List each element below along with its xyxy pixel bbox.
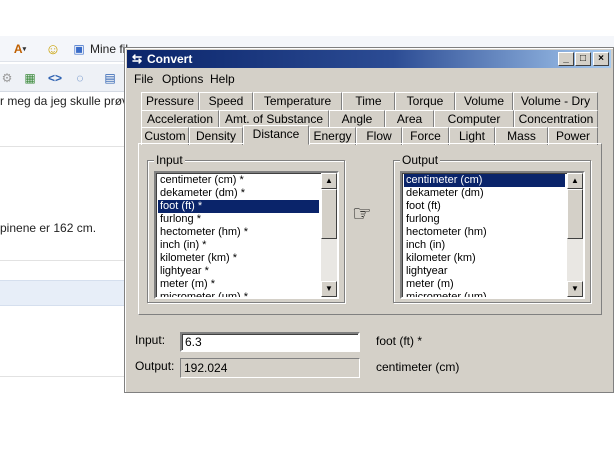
list-item[interactable]: inch (in) — [404, 239, 565, 252]
image-icon[interactable]: ▦ — [22, 70, 38, 86]
list-item[interactable]: hectometer (hm) * — [158, 226, 319, 239]
link-icon[interactable]: ⚙ — [0, 70, 14, 86]
files-icon[interactable]: ▣ — [71, 41, 87, 57]
window-title: Convert — [147, 52, 193, 66]
distance-tab-panel: Input centimeter (cm) * dekameter (dm) *… — [138, 143, 602, 315]
scroll-down-arrow-icon[interactable]: ▼ — [321, 281, 337, 297]
list-item-selected[interactable]: centimeter (cm) — [404, 174, 565, 187]
comment-icon[interactable]: ◌ — [72, 70, 88, 86]
tab-concentration[interactable]: Concentration — [514, 110, 598, 128]
tab-pressure[interactable]: Pressure — [141, 92, 199, 110]
output-group: Output centimeter (cm) dekameter (dm) fo… — [393, 153, 591, 303]
list-item[interactable]: foot (ft) — [404, 200, 565, 213]
scroll-thumb[interactable] — [321, 189, 337, 239]
list-item[interactable]: micrometer (um) — [404, 291, 565, 297]
list-item[interactable]: dekameter (dm) * — [158, 187, 319, 200]
background-toolbar-secondary: ⚙ ▦ <> ◌ ▤ — [0, 64, 130, 92]
list-item[interactable]: furlong — [404, 213, 565, 226]
document-icon[interactable]: ▤ — [102, 70, 118, 86]
input-unit-list[interactable]: centimeter (cm) * dekameter (dm) * foot … — [154, 171, 339, 299]
convert-window: ⇆ Convert _ □ × File Options Help Pressu… — [124, 47, 614, 393]
list-item[interactable]: micrometer (um) * — [158, 291, 319, 297]
tab-area[interactable]: Area — [385, 110, 434, 128]
divider — [0, 146, 130, 147]
code-icon[interactable]: <> — [46, 70, 64, 86]
input-group-label: Input — [154, 153, 185, 167]
title-bar[interactable]: ⇆ Convert _ □ × — [127, 50, 611, 68]
background-band — [0, 280, 130, 306]
list-item[interactable]: inch (in) * — [158, 239, 319, 252]
input-group: Input centimeter (cm) * dekameter (dm) *… — [147, 153, 345, 303]
list-item[interactable]: dekameter (dm) — [404, 187, 565, 200]
menu-help[interactable]: Help — [210, 72, 235, 86]
pointing-hand-icon: ☞ — [352, 201, 372, 226]
output-value-field: 192.024 — [180, 358, 360, 378]
list-item[interactable]: furlong * — [158, 213, 319, 226]
scroll-down-arrow-icon[interactable]: ▼ — [567, 281, 583, 297]
input-label: Input: — [135, 333, 166, 347]
menu-bar: File Options Help — [127, 69, 611, 88]
menu-file[interactable]: File — [134, 72, 153, 86]
list-item[interactable]: hectometer (hm) — [404, 226, 565, 239]
output-unit-list[interactable]: centimeter (cm) dekameter (dm) foot (ft)… — [400, 171, 585, 299]
output-unit-label: centimeter (cm) — [376, 360, 460, 374]
message-text-line: pinene er 162 cm. — [0, 221, 97, 235]
mine-filer-label[interactable]: Mine fil — [90, 42, 128, 56]
output-label: Output: — [135, 359, 175, 373]
input-value-field[interactable] — [180, 332, 360, 352]
tab-speed[interactable]: Speed — [199, 92, 253, 110]
tab-acceleration[interactable]: Acceleration — [141, 110, 219, 128]
input-list-scrollbar[interactable]: ▲ ▼ — [321, 173, 337, 297]
list-item[interactable]: kilometer (km) — [404, 252, 565, 265]
tab-distance[interactable]: Distance — [243, 125, 309, 145]
divider — [0, 260, 130, 261]
close-button[interactable]: × — [593, 52, 609, 66]
list-item[interactable]: lightyear * — [158, 265, 319, 278]
background-toolbar: A ▾ ☺ ▣ Mine fil — [0, 36, 130, 62]
scroll-up-arrow-icon[interactable]: ▲ — [321, 173, 337, 189]
output-group-label: Output — [400, 153, 441, 167]
tab-volume-dry[interactable]: Volume - Dry — [513, 92, 598, 110]
list-item-selected[interactable]: foot (ft) * — [158, 200, 319, 213]
font-color-icon[interactable]: A ▾ — [9, 40, 31, 58]
tab-temperature[interactable]: Temperature — [253, 92, 342, 110]
tab-volume[interactable]: Volume — [455, 92, 513, 110]
list-item[interactable]: centimeter (cm) * — [158, 174, 319, 187]
divider — [0, 376, 130, 377]
input-unit-label: foot (ft) * — [376, 334, 423, 348]
output-unit-items: centimeter (cm) dekameter (dm) foot (ft)… — [404, 174, 565, 297]
message-text-line: r meg da jeg skulle prøv — [0, 94, 129, 108]
menu-options[interactable]: Options — [162, 72, 203, 86]
tab-time[interactable]: Time — [342, 92, 395, 110]
maximize-button[interactable]: □ — [575, 52, 591, 66]
arrows-convert-icon: ⇆ — [131, 52, 143, 66]
list-item[interactable]: meter (m) * — [158, 278, 319, 291]
minimize-button[interactable]: _ — [558, 52, 574, 66]
output-list-scrollbar[interactable]: ▲ ▼ — [567, 173, 583, 297]
list-item[interactable]: lightyear — [404, 265, 565, 278]
smiley-icon[interactable]: ☺ — [44, 40, 62, 58]
list-item[interactable]: kilometer (km) * — [158, 252, 319, 265]
tab-computer[interactable]: Computer — [434, 110, 514, 128]
input-unit-items: centimeter (cm) * dekameter (dm) * foot … — [158, 174, 319, 297]
scroll-up-arrow-icon[interactable]: ▲ — [567, 173, 583, 189]
tab-angle[interactable]: Angle — [329, 110, 385, 128]
tab-torque[interactable]: Torque — [395, 92, 455, 110]
list-item[interactable]: meter (m) — [404, 278, 565, 291]
scroll-thumb[interactable] — [567, 189, 583, 239]
